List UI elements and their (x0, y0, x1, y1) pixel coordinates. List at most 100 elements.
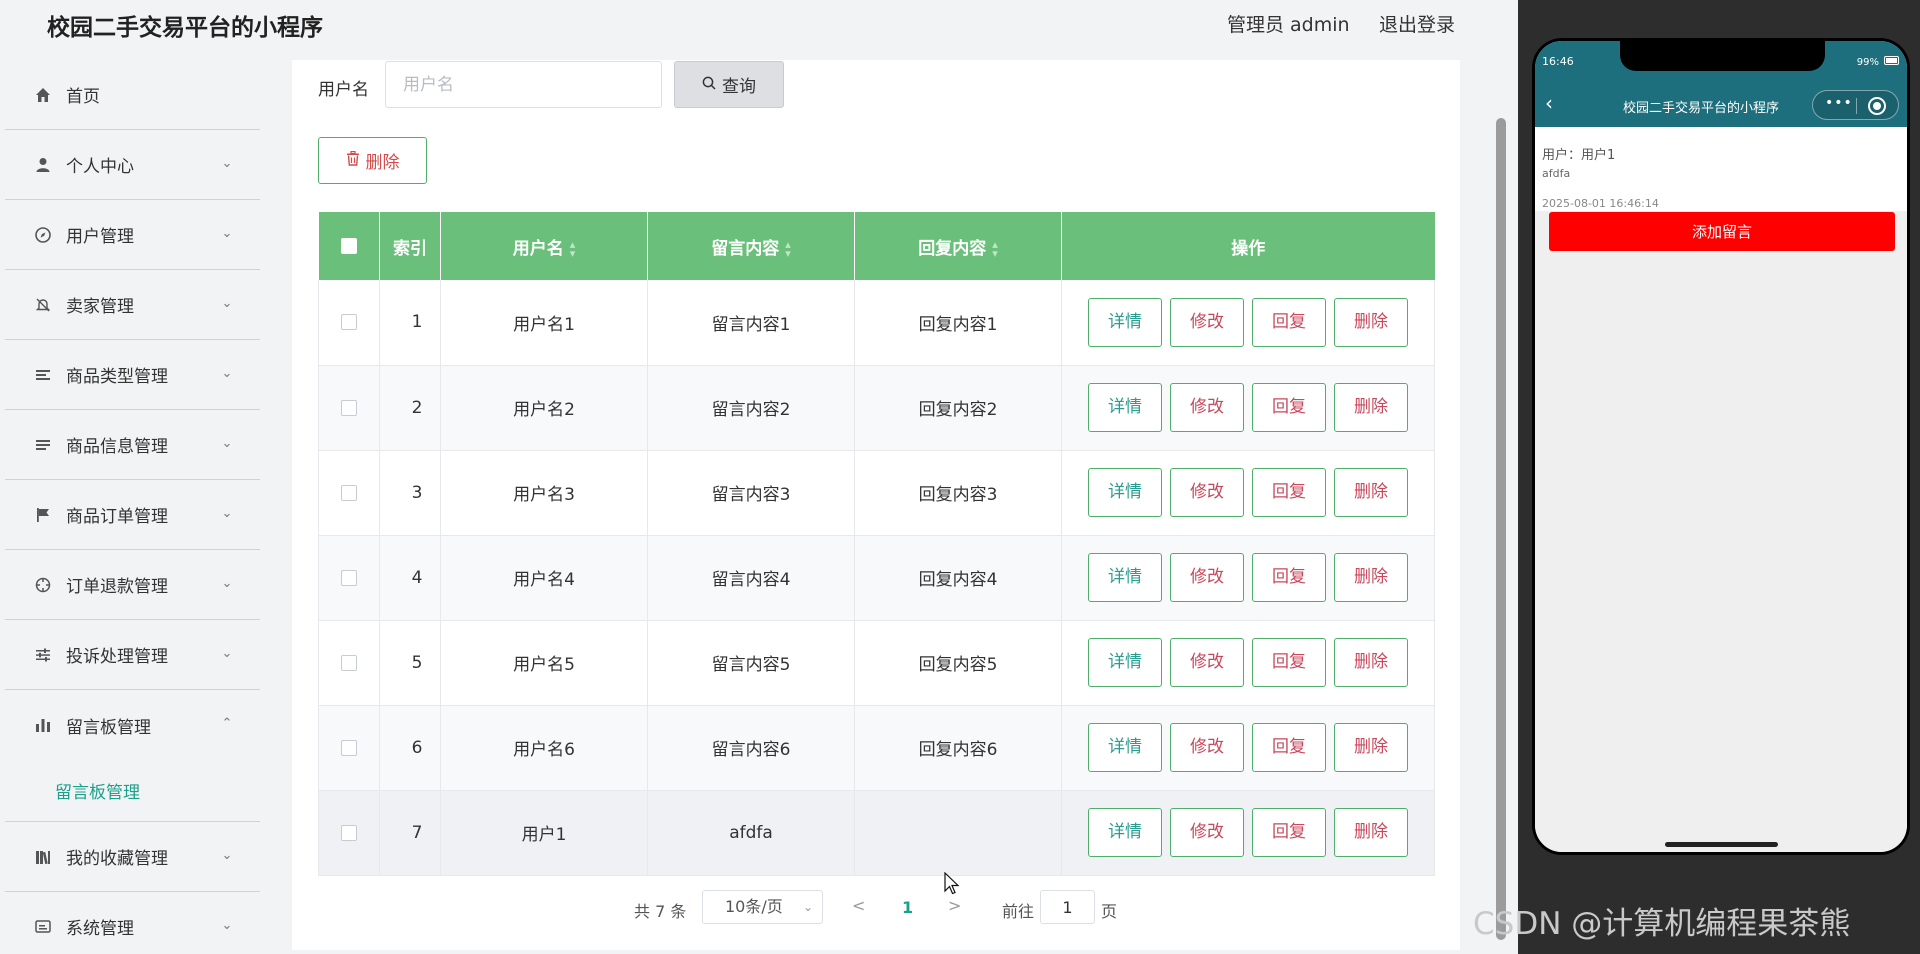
row-index: 6 (379, 705, 441, 791)
delete-button[interactable]: 删除 (1334, 808, 1408, 857)
sidebar-item-message-board-management[interactable]: 留言板管理 ⌃ (5, 690, 260, 760)
sidebar-item-user-management[interactable]: 用户管理 ⌄ (5, 200, 260, 270)
sidebar-subitem-message-board[interactable]: 留言板管理 (5, 760, 260, 822)
edit-button[interactable]: 修改 (1170, 297, 1244, 347)
row-username: 用户名6 (440, 705, 648, 791)
delete-button[interactable]: 删除 (1334, 297, 1408, 347)
edit-button[interactable]: 修改 (1170, 808, 1244, 857)
edit-button[interactable]: 修改 (1170, 383, 1244, 432)
goto-page-input[interactable] (1040, 890, 1095, 924)
logout-link[interactable]: 退出登录 (1379, 10, 1455, 37)
sidebar-item-seller-management[interactable]: 卖家管理 ⌄ (5, 270, 260, 340)
more-dots-icon[interactable]: ••• (1825, 95, 1853, 111)
row-checkbox[interactable] (341, 484, 357, 501)
row-select-cell[interactable] (318, 705, 380, 791)
detail-button[interactable]: 详情 (1088, 808, 1162, 857)
sidebar-item-complaint-management[interactable]: 投诉处理管理 ⌄ (5, 620, 260, 690)
row-checkbox[interactable] (341, 399, 357, 416)
reply-button[interactable]: 回复 (1252, 383, 1326, 432)
edit-button[interactable]: 修改 (1170, 723, 1244, 772)
header-reply[interactable]: 回复内容 ▴ ▾ (854, 212, 1062, 280)
sidebar-item-label: 订单退款管理 (66, 577, 168, 597)
query-button[interactable]: 查询 (674, 61, 784, 108)
search-icon (702, 76, 716, 94)
username-search-input[interactable] (385, 61, 662, 108)
detail-button[interactable]: 详情 (1088, 468, 1162, 517)
sidebar-item-refund-management[interactable]: 订单退款管理 ⌄ (5, 550, 260, 620)
table-row: 4 用户名4 留言内容4 回复内容4 详情 修改 回复 删除 (318, 535, 1435, 621)
message-content: afdfa (1542, 167, 1571, 180)
sidebar-item-order-management[interactable]: 商品订单管理 ⌄ (5, 480, 260, 550)
reply-button[interactable]: 回复 (1252, 468, 1326, 517)
reply-button[interactable]: 回复 (1252, 553, 1326, 602)
page-suffix: 页 (1101, 902, 1118, 921)
delete-button[interactable]: 删除 (1334, 553, 1408, 602)
reply-button[interactable]: 回复 (1252, 808, 1326, 857)
row-checkbox[interactable] (341, 654, 357, 671)
row-checkbox[interactable] (341, 314, 357, 331)
delete-button[interactable]: 删除 (1334, 468, 1408, 517)
detail-button[interactable]: 详情 (1088, 383, 1162, 432)
admin-window: 校园二手交易平台的小程序 管理员 admin 退出登录 首页 个人中心 ⌄ 用户… (0, 0, 1518, 954)
reply-button[interactable]: 回复 (1252, 638, 1326, 687)
row-username: 用户名3 (440, 450, 648, 536)
table-row: 7 用户1 afdfa 详情 修改 回复 删除 (318, 790, 1435, 876)
row-select-cell[interactable] (318, 450, 380, 536)
page-size-select[interactable]: 10条/页 ⌄ (702, 890, 823, 924)
row-actions: 详情 修改 回复 删除 (1061, 535, 1435, 621)
row-select-cell[interactable] (318, 535, 380, 621)
reply-button[interactable]: 回复 (1252, 297, 1326, 347)
sidebar-item-label: 商品信息管理 (66, 437, 168, 457)
edit-button[interactable]: 修改 (1170, 553, 1244, 602)
row-actions: 详情 修改 回复 删除 (1061, 280, 1435, 366)
row-select-cell[interactable] (318, 365, 380, 451)
select-all-checkbox[interactable] (340, 238, 357, 254)
pagination-total: 共 7 条 (634, 902, 687, 921)
row-select-cell[interactable] (318, 280, 380, 366)
delete-button[interactable]: 删除 (1334, 383, 1408, 432)
row-select-cell[interactable] (318, 620, 380, 706)
header-reply-label: 回复内容 (918, 238, 987, 259)
batch-delete-button[interactable]: 删除 (318, 137, 427, 184)
detail-button[interactable]: 详情 (1088, 638, 1162, 687)
screen: 校园二手交易平台的小程序 管理员 admin 退出登录 首页 个人中心 ⌄ 用户… (0, 0, 1920, 954)
sort-icon[interactable]: ▴ ▾ (992, 239, 998, 259)
next-page-button[interactable]: > (948, 896, 961, 915)
sort-icon[interactable]: ▴ ▾ (570, 239, 576, 259)
sidebar-item-product-info-management[interactable]: 商品信息管理 ⌄ (5, 410, 260, 480)
page-number-current[interactable]: 1 (902, 898, 913, 917)
edit-button[interactable]: 修改 (1170, 468, 1244, 517)
row-message: 留言内容5 (647, 620, 855, 706)
row-checkbox[interactable] (341, 739, 357, 756)
message-card[interactable]: 用户：用户1 afdfa 2025-08-01 16:46:14 (1535, 127, 1907, 211)
edit-button[interactable]: 修改 (1170, 638, 1244, 687)
sidebar-item-home[interactable]: 首页 (5, 60, 260, 130)
sidebar-item-personal-center[interactable]: 个人中心 ⌄ (5, 130, 260, 200)
query-button-label: 查询 (722, 77, 756, 97)
detail-button[interactable]: 详情 (1088, 297, 1162, 347)
delete-button[interactable]: 删除 (1334, 723, 1408, 772)
detail-button[interactable]: 详情 (1088, 553, 1162, 602)
header-select-all[interactable] (318, 212, 380, 280)
phone-notch (1620, 41, 1825, 71)
delete-button[interactable]: 删除 (1334, 638, 1408, 687)
header-username[interactable]: 用户名 ▴ ▾ (440, 212, 648, 280)
sidebar-item-label: 用户管理 (66, 227, 134, 247)
add-message-button[interactable]: 添加留言 (1549, 212, 1895, 251)
phone-status-bar: 16:46 99% (1535, 41, 1907, 83)
row-checkbox[interactable] (341, 824, 357, 841)
scrollbar-thumb[interactable] (1496, 118, 1506, 940)
sidebar-item-favorites-management[interactable]: 我的收藏管理 ⌄ (5, 822, 260, 892)
row-select-cell[interactable] (318, 790, 380, 876)
prev-page-button[interactable]: < (852, 896, 865, 915)
header-message[interactable]: 留言内容 ▴ ▾ (647, 212, 855, 280)
sort-icon[interactable]: ▴ ▾ (785, 239, 791, 259)
row-username: 用户名1 (440, 280, 648, 366)
reply-button[interactable]: 回复 (1252, 723, 1326, 772)
detail-button[interactable]: 详情 (1088, 723, 1162, 772)
row-actions: 详情 修改 回复 删除 (1061, 450, 1435, 536)
pagination: 共 7 条 10条/页 ⌄ < 1 > 前往 页 (0, 890, 1518, 924)
sidebar-item-product-type-management[interactable]: 商品类型管理 ⌄ (5, 340, 260, 410)
close-target-icon[interactable] (1868, 97, 1886, 115)
row-checkbox[interactable] (341, 569, 357, 586)
